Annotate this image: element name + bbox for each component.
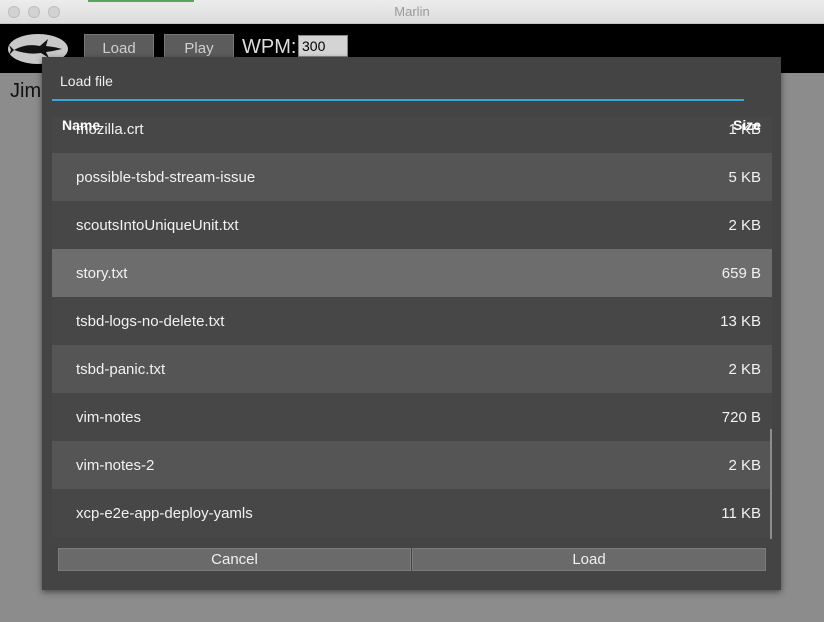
dialog-title-divider (52, 99, 744, 101)
file-name: tsbd-panic.txt (76, 361, 166, 378)
titlebar-accent (88, 0, 194, 2)
file-row[interactable]: vim-notes-2 2 KB (52, 441, 772, 489)
file-list-scrollbar[interactable] (770, 429, 772, 539)
file-row[interactable]: vim-notes 720 B (52, 393, 772, 441)
size-column-header[interactable]: Size (733, 117, 761, 133)
file-size: 659 B (721, 265, 761, 282)
file-size: 2 KB (728, 217, 761, 234)
file-name: story.txt (76, 265, 128, 282)
wpm-label: WPM: (242, 36, 297, 58)
window-titlebar: Marlin (0, 0, 824, 24)
file-row[interactable]: tsbd-logs-no-delete.txt 13 KB (52, 297, 772, 345)
file-name: tsbd-logs-no-delete.txt (76, 313, 225, 330)
load-button[interactable]: Load (412, 548, 766, 571)
dialog-title: Load file (60, 73, 113, 89)
load-file-dialog: Load file mozilla.crt 1 KB possible-tsbd-s… (42, 57, 781, 590)
file-name: xcp-e2e-app-deploy-yamls (76, 505, 253, 522)
file-list[interactable]: mozilla.crt 1 KB possible-tsbd-stream-issu… (52, 117, 772, 601)
file-rows: mozilla.crt 1 KB possible-tsbd-stream-issu… (52, 117, 772, 537)
file-row[interactable]: xcp-e2e-app-deploy-yamls 11 KB (52, 489, 772, 537)
file-row[interactable]: scoutsIntoUniqueUnit.txt 2 KB (52, 201, 772, 249)
file-name: scoutsIntoUniqueUnit.txt (76, 217, 239, 234)
file-name: vim-notes (76, 409, 142, 426)
file-row[interactable]: tsbd-panic.txt 2 KB (52, 345, 772, 393)
file-name: possible-tsbd-stream-issue (76, 169, 256, 186)
file-row[interactable]: possible-tsbd-stream-issue 5 KB (52, 153, 772, 201)
file-size: 5 KB (728, 169, 761, 186)
cancel-button[interactable]: Cancel (58, 548, 411, 571)
name-column-header[interactable]: Name (62, 117, 100, 133)
file-row[interactable]: story.txt 659 B (52, 249, 772, 297)
file-list-header: Name Size (52, 117, 772, 141)
file-size: 2 KB (728, 457, 761, 474)
file-size: 720 B (721, 409, 761, 426)
reader-word: Jim (10, 80, 42, 102)
wpm-input[interactable]: 300 (298, 35, 348, 57)
window-title: Marlin (394, 4, 430, 19)
file-name: vim-notes-2 (76, 457, 155, 474)
file-size: 13 KB (720, 313, 761, 330)
file-size: 11 KB (721, 505, 761, 522)
file-size: 2 KB (728, 361, 761, 378)
